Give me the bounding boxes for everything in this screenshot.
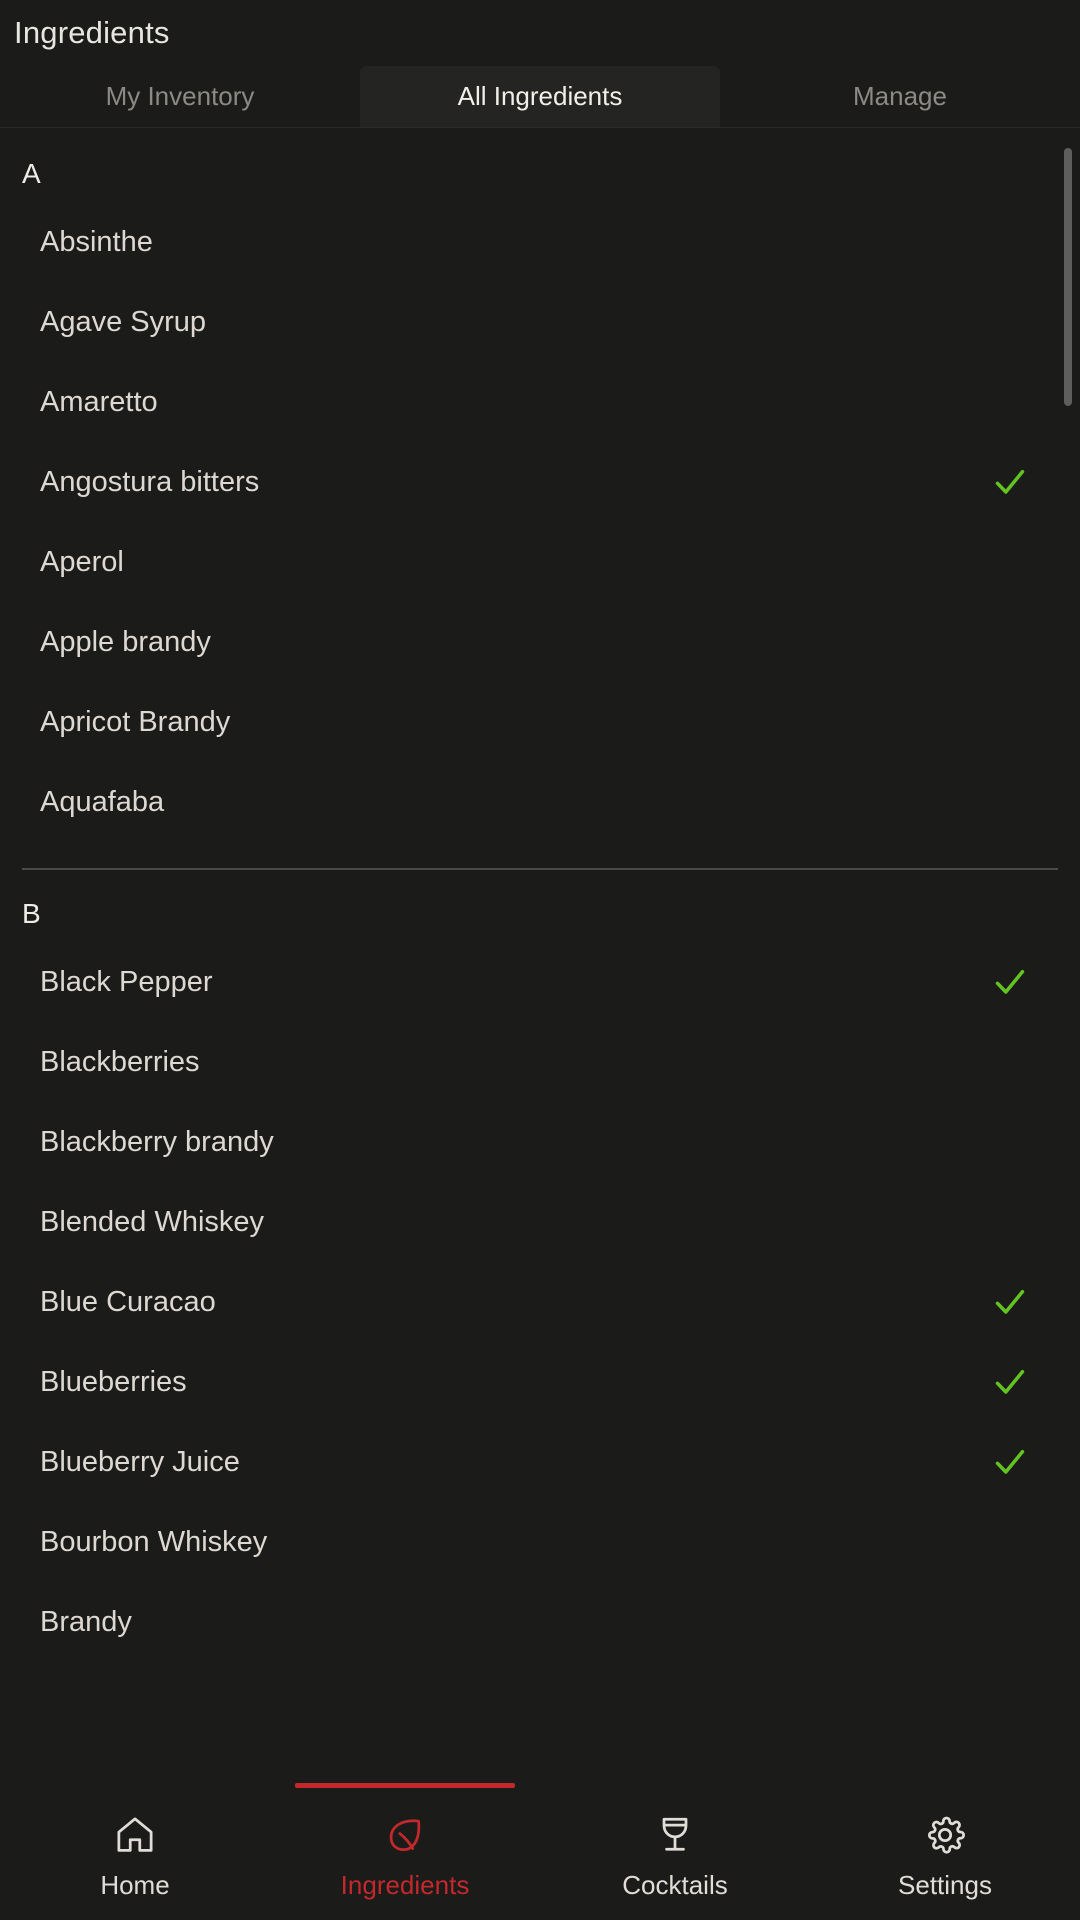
ingredient-row[interactable]: Amaretto <box>0 362 1080 442</box>
ingredient-name: Amaretto <box>40 385 158 418</box>
ingredient-row[interactable]: Apple brandy <box>0 602 1080 682</box>
ingredient-name: Blended Whiskey <box>40 1205 265 1238</box>
ingredient-name: Blueberries <box>40 1365 187 1398</box>
tab-manage[interactable]: Manage <box>720 66 1080 127</box>
ingredient-row[interactable]: Black Pepper <box>0 942 1080 1022</box>
nav-cocktails[interactable]: Cocktails <box>540 1775 810 1920</box>
ingredient-name: Blueberry Juice <box>40 1445 240 1478</box>
cocktail-glass-icon <box>652 1812 698 1858</box>
ingredient-name: Aquafaba <box>40 785 165 818</box>
page-title: Ingredients <box>14 15 170 50</box>
check-icon <box>988 1440 1032 1484</box>
ingredient-row[interactable]: Blackberry brandy <box>0 1102 1080 1182</box>
tab-label: My Inventory <box>105 81 255 111</box>
gear-icon <box>922 1812 968 1858</box>
tab-label: Manage <box>853 81 947 111</box>
app-root: Ingredients My Inventory All Ingredients M… <box>0 0 1080 1920</box>
ingredient-name: Angostura bitters <box>40 465 260 498</box>
check-icon <box>988 1280 1032 1324</box>
check-icon <box>988 460 1032 504</box>
ingredient-row[interactable]: Angostura bitters <box>0 442 1080 522</box>
home-icon <box>112 1812 158 1858</box>
ingredient-row[interactable]: Bourbon Whiskey <box>0 1502 1080 1582</box>
section-header-letter: B <box>22 898 41 929</box>
ingredient-name: Bourbon Whiskey <box>40 1525 268 1558</box>
page-header: Ingredients <box>0 0 1080 66</box>
nav-settings[interactable]: Settings <box>810 1775 1080 1920</box>
nav-label: Cocktails <box>622 1869 728 1900</box>
scrollbar-track[interactable] <box>1064 128 1072 1775</box>
ingredient-name: Blue Curacao <box>40 1285 216 1318</box>
tab-all-ingredients[interactable]: All Ingredients <box>360 66 720 127</box>
ingredient-row[interactable]: Agave Syrup <box>0 282 1080 362</box>
check-icon <box>988 960 1032 1004</box>
ingredient-row[interactable]: Brandy <box>0 1582 1080 1662</box>
ingredient-row[interactable]: Blueberry Juice <box>0 1422 1080 1502</box>
ingredient-row[interactable]: Aquafaba <box>0 762 1080 842</box>
ingredient-name: Blackberry brandy <box>40 1125 274 1158</box>
ingredient-name: Apple brandy <box>40 625 211 658</box>
ingredient-name: Apricot Brandy <box>40 705 231 738</box>
ingredient-name: Black Pepper <box>40 965 213 998</box>
active-tab-indicator <box>295 1783 515 1788</box>
ingredient-row[interactable]: Blue Curacao <box>0 1262 1080 1342</box>
ingredient-row[interactable]: Absinthe <box>0 202 1080 282</box>
nav-home[interactable]: Home <box>0 1775 270 1920</box>
tab-my-inventory[interactable]: My Inventory <box>0 66 360 127</box>
ingredient-row[interactable]: Blended Whiskey <box>0 1182 1080 1262</box>
check-icon <box>988 1360 1032 1404</box>
tab-label: All Ingredients <box>457 81 623 111</box>
section-divider <box>22 868 1058 870</box>
ingredient-list: A Absinthe Agave Syrup Amaretto Angostura bi… <box>0 128 1080 1662</box>
ingredient-row[interactable]: Blackberries <box>0 1022 1080 1102</box>
ingredient-name: Absinthe <box>40 225 153 258</box>
ingredient-name: Blackberries <box>40 1045 200 1078</box>
scrollbar-thumb[interactable] <box>1064 148 1072 406</box>
ingredient-row[interactable]: Apricot Brandy <box>0 682 1080 762</box>
nav-ingredients[interactable]: Ingredients <box>270 1775 540 1920</box>
nav-label: Settings <box>898 1869 992 1900</box>
leaf-icon <box>382 1812 428 1858</box>
ingredient-row[interactable]: Aperol <box>0 522 1080 602</box>
nav-label: Ingredients <box>340 1869 470 1900</box>
ingredient-name: Brandy <box>40 1605 132 1638</box>
ingredient-list-container: A Absinthe Agave Syrup Amaretto Angostura bi… <box>0 128 1080 1775</box>
section-header-letter: A <box>22 158 41 189</box>
nav-label: Home <box>100 1869 170 1900</box>
ingredient-name: Aperol <box>40 545 124 578</box>
ingredient-name: Agave Syrup <box>40 305 207 338</box>
bottom-navigation: Home Ingredients Cocktails Settings <box>0 1775 1080 1920</box>
tab-bar: My Inventory All Ingredients Manage <box>0 66 1080 128</box>
ingredient-row[interactable]: Blueberries <box>0 1342 1080 1422</box>
